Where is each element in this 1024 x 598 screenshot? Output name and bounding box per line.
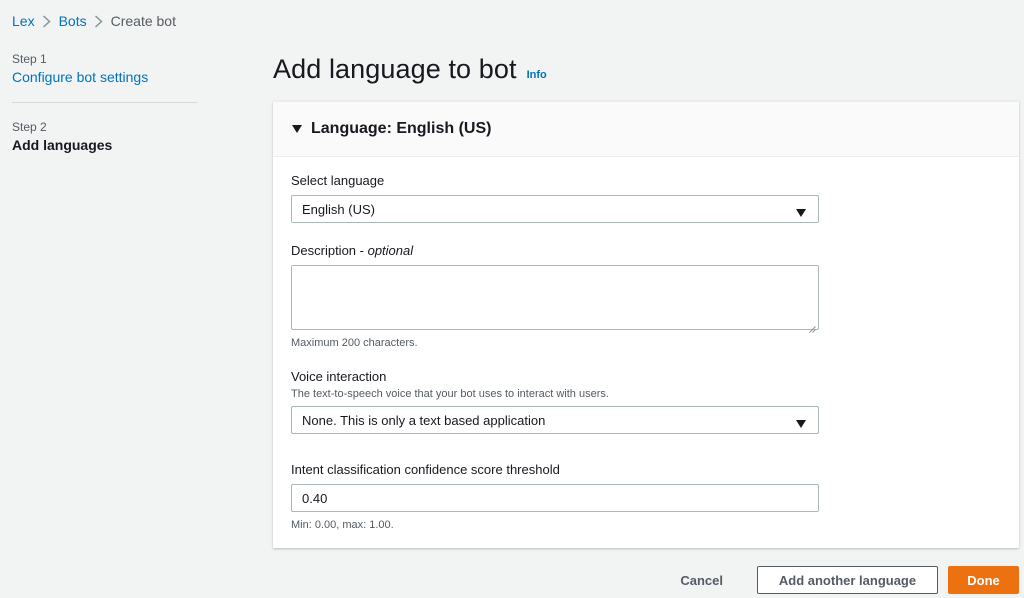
caret-down-icon — [796, 205, 806, 217]
description-textarea[interactable] — [291, 265, 819, 333]
chevron-right-icon — [35, 14, 59, 28]
description-hint: Maximum 200 characters. — [291, 337, 418, 349]
description-label: Description - optional — [291, 243, 414, 258]
info-link[interactable]: Info — [527, 69, 547, 81]
confidence-threshold-label: Intent classification confidence score t… — [291, 462, 560, 477]
wizard-step-2: Step 2 Add languages — [12, 119, 198, 155]
resize-handle-icon[interactable] — [809, 320, 816, 333]
footer-actions: Cancel Add another language Done — [660, 566, 1019, 594]
confidence-threshold-hint: Min: 0.00, max: 1.00. — [291, 519, 394, 531]
confidence-threshold-value: 0.40 — [302, 490, 328, 506]
wizard-step-1: Step 1 Configure bot settings — [12, 51, 198, 87]
description-field: Description - optional Maximum 200 chara… — [291, 243, 819, 350]
breadcrumb: Lex Bots Create bot — [12, 12, 176, 30]
page-header: Add language to bot Info — [273, 52, 547, 86]
step-1-label: Step 1 — [12, 52, 47, 66]
optional-tag: optional — [367, 243, 414, 258]
page-title: Add language to bot — [273, 54, 517, 84]
cancel-button[interactable]: Cancel — [660, 566, 743, 594]
breadcrumb-lex-link[interactable]: Lex — [12, 13, 35, 29]
step-1-configure-bot-settings-link[interactable]: Configure bot settings — [12, 67, 198, 87]
language-panel: Language: English (US) Select language E… — [273, 101, 1019, 548]
breadcrumb-bots-link[interactable]: Bots — [59, 13, 87, 29]
language-panel-title: Language: English (US) — [311, 120, 492, 137]
step-2-label: Step 2 — [12, 120, 47, 134]
caret-down-icon — [796, 416, 806, 428]
wizard-steps: Step 1 Configure bot settings Step 2 Add… — [12, 51, 198, 155]
voice-interaction-field: Voice interaction The text-to-speech voi… — [291, 369, 819, 434]
confidence-threshold-input[interactable]: 0.40 — [291, 484, 819, 512]
voice-interaction-description: The text-to-speech voice that your bot u… — [291, 388, 609, 400]
chevron-right-icon — [87, 14, 111, 28]
breadcrumb-current: Create bot — [110, 13, 176, 29]
step-divider — [12, 102, 198, 103]
caret-down-icon — [291, 123, 303, 135]
done-button[interactable]: Done — [948, 566, 1019, 594]
add-another-language-button[interactable]: Add another language — [757, 566, 938, 594]
voice-interaction-label: Voice interaction — [291, 369, 387, 384]
select-language-label: Select language — [291, 173, 385, 188]
voice-select[interactable]: None. This is only a text based applicat… — [291, 406, 819, 434]
language-panel-header[interactable]: Language: English (US) — [273, 102, 1019, 157]
select-language-field: Select language English (US) — [291, 173, 819, 223]
step-2-add-languages: Add languages — [12, 137, 113, 153]
language-select[interactable]: English (US) — [291, 195, 819, 223]
language-select-value: English (US) — [302, 201, 375, 217]
confidence-threshold-field: Intent classification confidence score t… — [291, 462, 819, 532]
voice-select-value: None. This is only a text based applicat… — [302, 412, 546, 428]
